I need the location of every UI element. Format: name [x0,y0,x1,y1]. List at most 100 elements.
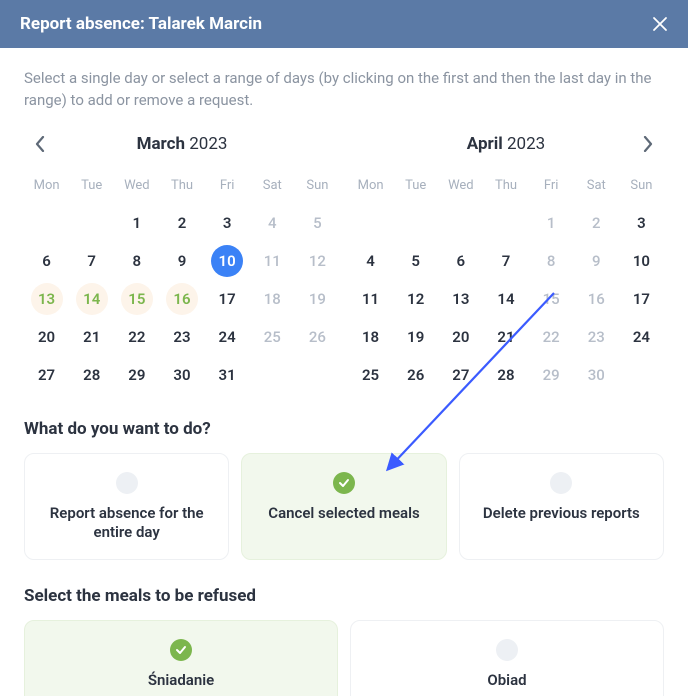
calendar-day[interactable]: 19 [295,281,340,317]
check-icon [170,639,192,661]
calendar-day[interactable]: 4 [348,243,393,279]
calendar-day[interactable]: 15 [529,281,574,317]
modal-title: Report absence: Talarek Marcin [20,14,262,34]
calendar-day[interactable]: 22 [529,319,574,355]
calendar-day[interactable]: 13 [438,281,483,317]
calendar-day[interactable]: 7 [483,243,528,279]
calendar-day[interactable]: 2 [159,205,204,241]
modal-body: Select a single day or select a range of… [0,48,688,696]
calendar-day[interactable]: 30 [574,357,619,393]
calendar-day[interactable]: 26 [295,319,340,355]
calendar-day[interactable]: 29 [114,357,159,393]
calendar-day[interactable]: 21 [483,319,528,355]
calendar-day[interactable]: 18 [250,281,295,317]
calendar-day[interactable]: 9 [159,243,204,279]
action-options: Report absence for the entire day Cancel … [24,453,664,560]
calendar-day[interactable]: 6 [438,243,483,279]
instructions-text: Select a single day or select a range of… [24,68,664,112]
calendar-dow: Fri [529,172,574,203]
modal-header: Report absence: Talarek Marcin [0,0,688,48]
calendar-dow: Tue [393,172,438,203]
calendar-day[interactable]: 28 [69,357,114,393]
calendar-day[interactable]: 11 [348,281,393,317]
calendar-day[interactable]: 18 [348,319,393,355]
meal-option-card[interactable]: Obiad [350,620,664,696]
calendar-day[interactable]: 30 [159,357,204,393]
calendar-day[interactable]: 23 [159,319,204,355]
check-icon [333,472,355,494]
calendar-dow: Sun [619,172,664,203]
prev-month-button[interactable] [30,130,50,158]
next-month-button[interactable] [638,130,658,158]
calendar-day[interactable]: 1 [529,205,574,241]
calendar-day[interactable]: 26 [393,357,438,393]
calendar-day[interactable]: 19 [393,319,438,355]
close-icon[interactable] [652,16,668,32]
calendar-right-month: April [467,134,503,154]
calendar-day[interactable]: 17 [205,281,250,317]
calendar-day[interactable]: 22 [114,319,159,355]
meal-options: Śniadanie Obiad [24,620,664,696]
calendar-day[interactable]: 12 [295,243,340,279]
calendar-day[interactable]: 6 [24,243,69,279]
calendar-day[interactable]: 27 [438,357,483,393]
action-option-label: Cancel selected meals [258,504,429,524]
calendar-day[interactable]: 13 [24,281,69,317]
calendar-day[interactable]: 28 [483,357,528,393]
calendar-left-month: March [137,134,185,154]
action-option-card[interactable]: Report absence for the entire day [24,453,229,560]
calendar-day[interactable]: 15 [114,281,159,317]
calendar-day[interactable]: 10 [205,243,250,279]
calendar-dow: Thu [483,172,528,203]
calendar-day[interactable]: 12 [393,281,438,317]
calendar-day[interactable]: 20 [24,319,69,355]
calendar-right: April 2023 MonTueWedThuFriSatSun12345678… [348,130,664,393]
meal-option-card[interactable]: Śniadanie [24,620,338,696]
action-section-title: What do you want to do? [24,419,664,439]
action-option-card[interactable]: Delete previous reports [459,453,664,560]
calendar-right-year: 2023 [507,134,545,154]
meal-option-label: Obiad [367,671,647,691]
radio-unchecked-icon [496,639,518,661]
calendar-empty-cell [393,205,438,241]
calendar-day[interactable]: 27 [24,357,69,393]
calendar-day[interactable]: 3 [205,205,250,241]
calendar-day[interactable]: 20 [438,319,483,355]
calendar-day[interactable]: 14 [69,281,114,317]
calendar-day[interactable]: 25 [250,319,295,355]
calendar-day[interactable]: 25 [348,357,393,393]
calendar-day[interactable]: 8 [114,243,159,279]
calendar-day[interactable]: 14 [483,281,528,317]
calendar-day[interactable]: 9 [574,243,619,279]
calendar-container: March 2023 MonTueWedThuFriSatSun12345678… [24,130,664,393]
calendar-day[interactable]: 31 [205,357,250,393]
calendar-day[interactable]: 8 [529,243,574,279]
calendar-day[interactable]: 5 [295,205,340,241]
calendar-day[interactable]: 16 [574,281,619,317]
calendar-day[interactable]: 10 [619,243,664,279]
calendar-right-grid: MonTueWedThuFriSatSun1234567891011121314… [348,172,664,393]
calendar-day[interactable]: 2 [574,205,619,241]
calendar-dow: Tue [69,172,114,203]
calendar-day[interactable]: 24 [205,319,250,355]
action-option-label: Delete previous reports [476,504,647,524]
calendar-empty-cell [483,205,528,241]
calendar-left-header: March 2023 [24,130,340,158]
calendar-day[interactable]: 29 [529,357,574,393]
calendar-day[interactable]: 1 [114,205,159,241]
calendar-day[interactable]: 21 [69,319,114,355]
action-option-card[interactable]: Cancel selected meals [241,453,446,560]
calendar-day[interactable]: 7 [69,243,114,279]
calendar-empty-cell [348,205,393,241]
calendar-right-title: April 2023 [467,134,545,154]
calendar-day[interactable]: 11 [250,243,295,279]
calendar-day[interactable]: 24 [619,319,664,355]
calendar-dow: Mon [348,172,393,203]
calendar-day[interactable]: 23 [574,319,619,355]
calendar-day[interactable]: 5 [393,243,438,279]
calendar-day[interactable]: 4 [250,205,295,241]
calendar-day[interactable]: 16 [159,281,204,317]
calendar-day[interactable]: 17 [619,281,664,317]
calendar-day[interactable]: 3 [619,205,664,241]
modal: Report absence: Talarek Marcin Select a … [0,0,688,696]
